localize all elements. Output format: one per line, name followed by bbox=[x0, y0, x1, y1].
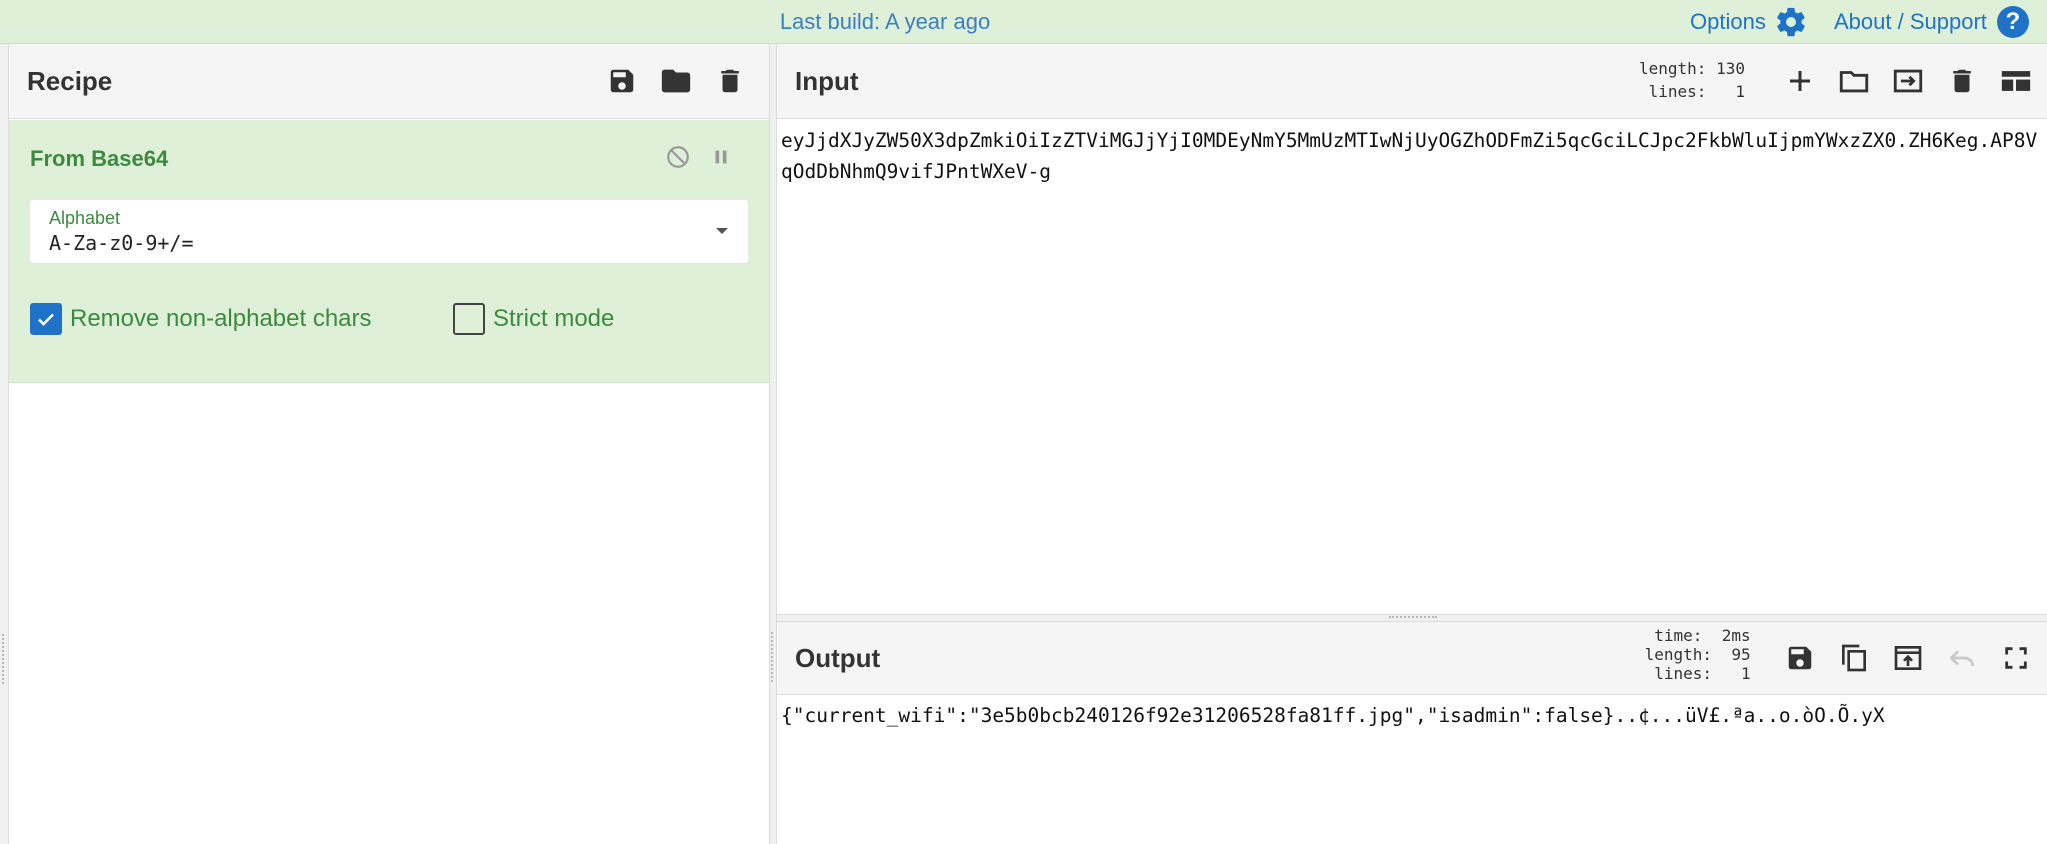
clear-input-button[interactable] bbox=[1945, 64, 1979, 98]
input-output-divider[interactable] bbox=[777, 614, 2047, 622]
recipe-header: Recipe bbox=[9, 44, 769, 119]
last-build-label: Last build: A year ago bbox=[779, 9, 991, 34]
recipe-title: Recipe bbox=[27, 66, 113, 96]
options-link[interactable]: Options bbox=[1690, 0, 1808, 44]
undo-icon bbox=[1949, 650, 1974, 667]
reset-layout-button[interactable] bbox=[1999, 64, 2033, 98]
copy-icon bbox=[1842, 644, 1866, 672]
open-input-folder-button[interactable] bbox=[1891, 64, 1925, 98]
add-input-tab-button[interactable] bbox=[1783, 64, 1817, 98]
clear-recipe-button[interactable] bbox=[713, 64, 747, 98]
resize-handle[interactable] bbox=[1389, 616, 1437, 618]
save-output-button[interactable] bbox=[1783, 641, 1817, 675]
save-recipe-button[interactable] bbox=[605, 64, 639, 98]
save-icon bbox=[610, 69, 634, 93]
undo-button[interactable] bbox=[1945, 641, 1979, 675]
input-title: Input bbox=[795, 66, 859, 96]
save-icon bbox=[1788, 646, 1812, 670]
input-arrow-icon bbox=[1893, 69, 1923, 93]
folder-icon bbox=[661, 69, 691, 93]
upload-icon bbox=[1894, 646, 1922, 670]
output-title: Output bbox=[795, 643, 881, 673]
alphabet-value: A-Za-z0-9+/= bbox=[49, 231, 194, 255]
output-header: Output time: 2ms length: 95 lines: 1 bbox=[777, 622, 2047, 695]
recipe-io-divider[interactable] bbox=[769, 44, 777, 844]
about-support-label: About / Support bbox=[1834, 9, 1987, 34]
checkbox-unchecked-icon bbox=[453, 303, 485, 335]
input-header: Input length: 130 lines: 1 bbox=[777, 44, 2047, 119]
operation-title: From Base64 bbox=[30, 146, 169, 171]
alphabet-label: Alphabet bbox=[49, 208, 121, 228]
disable-icon bbox=[667, 146, 689, 168]
left-gutter bbox=[0, 44, 9, 844]
replace-input-with-output-button[interactable] bbox=[1891, 641, 1925, 675]
remove-non-alphabet-checkbox[interactable]: Remove non-alphabet chars bbox=[30, 303, 372, 335]
top-banner: Last build: A year ago Options About / S… bbox=[0, 0, 2047, 44]
fullscreen-icon bbox=[2005, 647, 2027, 669]
resize-handle[interactable] bbox=[771, 632, 773, 682]
trash-icon bbox=[721, 69, 739, 93]
copy-output-button[interactable] bbox=[1837, 641, 1871, 675]
disable-operation-button[interactable] bbox=[663, 142, 693, 172]
help-icon: ? bbox=[1996, 6, 2029, 38]
strict-mode-checkbox[interactable]: Strict mode bbox=[453, 303, 614, 335]
folder-open-icon bbox=[1839, 71, 1869, 93]
load-recipe-button[interactable] bbox=[659, 64, 693, 98]
layout-icon bbox=[2001, 71, 2031, 91]
pause-operation-button[interactable] bbox=[706, 142, 736, 172]
operation-from-base64[interactable]: From Base64 Alphabet A-Za-z0-9+/= Remove… bbox=[9, 120, 769, 383]
output-pane: Output time: 2ms length: 95 lines: 1 {"c… bbox=[777, 622, 2047, 844]
output-stats: time: 2ms length: 95 lines: 1 bbox=[1644, 626, 1751, 683]
plus-icon bbox=[1790, 71, 1810, 91]
input-textarea[interactable]: eyJjdXJyZW50X3dpZmkiOiIzZTViMGJjYjI0MDEy… bbox=[781, 125, 2043, 187]
output-text[interactable]: {"current_wifi":"3e5b0bcb240126f92e31206… bbox=[781, 700, 2043, 731]
alphabet-select[interactable]: Alphabet A-Za-z0-9+/= bbox=[30, 200, 748, 264]
resize-handle[interactable] bbox=[2, 634, 6, 684]
strict-mode-label: Strict mode bbox=[493, 305, 615, 332]
pause-icon bbox=[715, 150, 727, 164]
open-input-file-button[interactable] bbox=[1837, 64, 1871, 98]
checkbox-checked-icon bbox=[30, 303, 62, 335]
remove-non-alphabet-label: Remove non-alphabet chars bbox=[70, 305, 372, 332]
chevron-down-icon bbox=[716, 228, 728, 234]
about-support-link[interactable]: About / Support ? bbox=[1834, 0, 2029, 44]
options-label: Options bbox=[1690, 9, 1766, 34]
trash-icon bbox=[1953, 69, 1971, 93]
gear-icon bbox=[1777, 7, 1805, 37]
input-pane: Input length: 130 lines: 1 eyJjdXJyZW50X… bbox=[777, 44, 2047, 614]
maximise-output-button[interactable] bbox=[1999, 641, 2033, 675]
input-stats: length: 130 lines: 1 bbox=[1639, 59, 1745, 101]
recipe-pane: Recipe From Base64 Alphabet A-Za-z0-9+/= bbox=[9, 44, 769, 844]
